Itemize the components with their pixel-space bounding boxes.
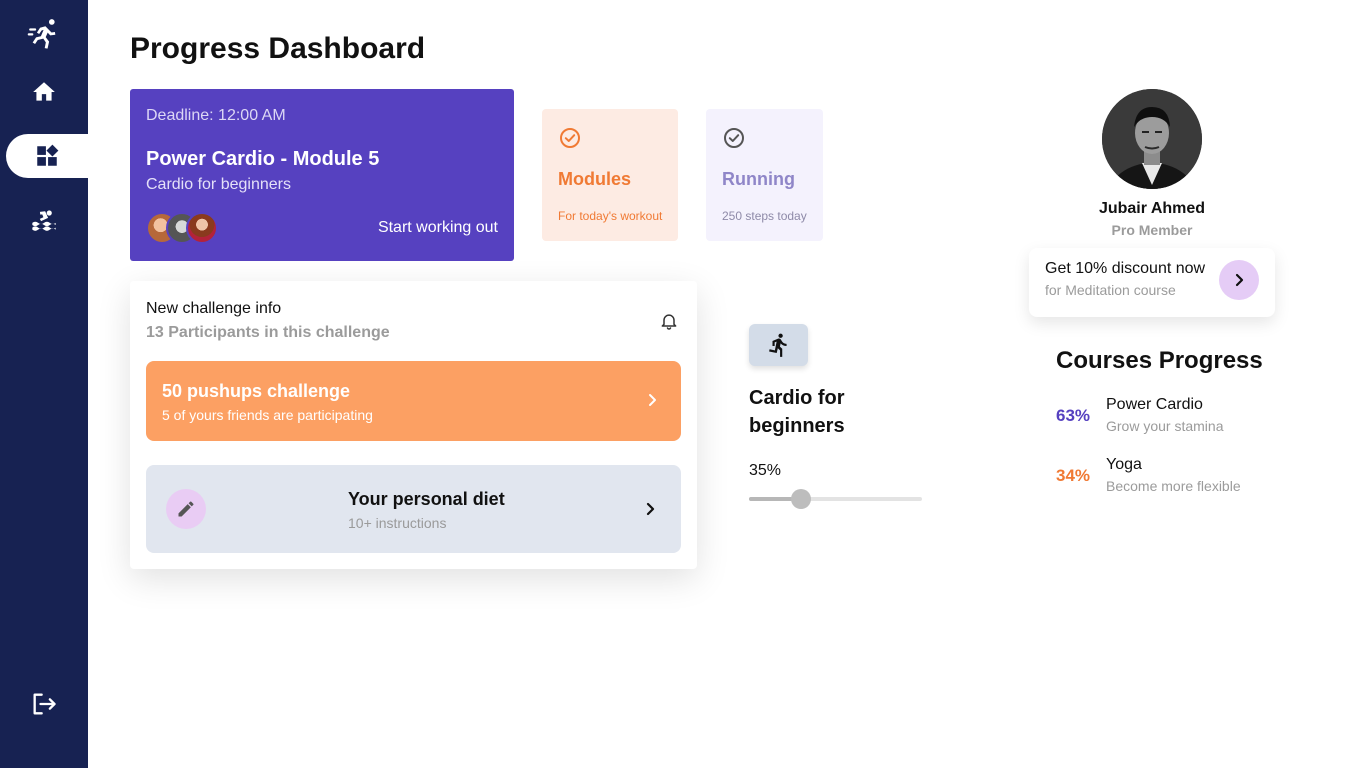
profile-role: Pro Member xyxy=(1111,222,1193,238)
page-title: Progress Dashboard xyxy=(130,32,426,65)
workout-title: Power Cardio - Module 5 xyxy=(146,148,380,170)
sidebar-logo[interactable] xyxy=(0,12,88,56)
dashboard-icon xyxy=(37,144,59,166)
course-item[interactable]: 34% Yoga Become more flexible xyxy=(1056,455,1316,499)
running-subtitle: 250 steps today xyxy=(722,209,807,223)
avatar xyxy=(186,212,218,244)
modules-card[interactable]: Modules For today's workout xyxy=(542,109,678,241)
running-title: Running xyxy=(722,169,795,189)
pushups-challenge-card[interactable]: 50 pushups challenge 5 of yours friends … xyxy=(146,361,681,441)
sidebar-item-dashboard[interactable] xyxy=(6,134,88,178)
running-person-icon xyxy=(768,333,787,357)
chevron-right-icon xyxy=(649,394,656,406)
course-item[interactable]: 63% Power Cardio Grow your stamina xyxy=(1056,395,1316,439)
course-percent: 34% xyxy=(1056,466,1091,485)
discount-card[interactable]: Get 10% discount now for Meditation cour… xyxy=(1029,248,1275,317)
course-name: Yoga xyxy=(1106,456,1142,473)
pencil-icon xyxy=(178,501,194,517)
home-icon xyxy=(33,82,55,101)
sidebar xyxy=(0,0,88,768)
check-circle-icon xyxy=(724,128,744,148)
modules-subtitle: For today's workout xyxy=(558,209,663,223)
pushups-title: 50 pushups challenge xyxy=(162,381,351,401)
course-name: Power Cardio xyxy=(1106,396,1203,413)
discount-go-button[interactable] xyxy=(1219,260,1259,300)
discount-subtitle: for Meditation course xyxy=(1045,282,1176,298)
challenge-card: New challenge info 13 Participants in th… xyxy=(130,281,697,569)
logout-icon xyxy=(33,693,56,715)
course-description: Grow your stamina xyxy=(1106,418,1224,434)
start-workout-button[interactable]: Start working out xyxy=(378,219,498,237)
cardio-progress-slider[interactable] xyxy=(749,488,922,510)
pencil-icon-badge xyxy=(166,489,206,529)
sidebar-item-swimming[interactable] xyxy=(0,198,88,242)
slider-thumb[interactable] xyxy=(790,489,811,509)
workout-subtitle: Cardio for beginners xyxy=(146,176,291,193)
courses-progress-title: Courses Progress xyxy=(1056,347,1263,374)
chevron-right-icon xyxy=(1235,273,1244,287)
profile-photo xyxy=(1102,89,1202,189)
swimming-icon xyxy=(32,210,56,231)
runner-logo-icon xyxy=(27,19,56,49)
course-percent: 63% xyxy=(1056,406,1091,425)
personal-diet-card[interactable]: Your personal diet 10+ instructions xyxy=(146,465,681,553)
avatar[interactable] xyxy=(1102,89,1202,189)
workout-deadline: Deadline: 12:00 AM xyxy=(146,107,286,124)
workout-card[interactable]: Deadline: 12:00 AM Power Cardio - Module… xyxy=(130,89,514,261)
sidebar-item-home[interactable] xyxy=(0,70,88,114)
challenge-subtitle: 13 Participants in this challenge xyxy=(146,324,390,341)
diet-title: Your personal diet xyxy=(348,489,505,509)
participant-avatars xyxy=(146,212,226,246)
diet-subtitle: 10+ instructions xyxy=(348,515,447,531)
course-description: Become more flexible xyxy=(1106,478,1241,494)
running-card[interactable]: Running 250 steps today xyxy=(706,109,823,241)
cardio-progress-percent: 35% xyxy=(749,462,782,479)
chevron-right-icon xyxy=(646,502,655,516)
cardio-progress-title: Cardio for beginners xyxy=(749,387,845,437)
check-circle-icon xyxy=(560,128,580,148)
modules-title: Modules xyxy=(558,169,632,189)
profile-name: Jubair Ahmed xyxy=(1098,200,1206,217)
challenge-title: New challenge info xyxy=(146,300,282,317)
bell-icon[interactable] xyxy=(659,310,679,332)
pushups-subtitle: 5 of yours friends are participating xyxy=(162,407,373,423)
sidebar-item-logout[interactable] xyxy=(0,682,88,726)
running-badge xyxy=(749,324,808,366)
discount-title: Get 10% discount now xyxy=(1045,260,1206,277)
